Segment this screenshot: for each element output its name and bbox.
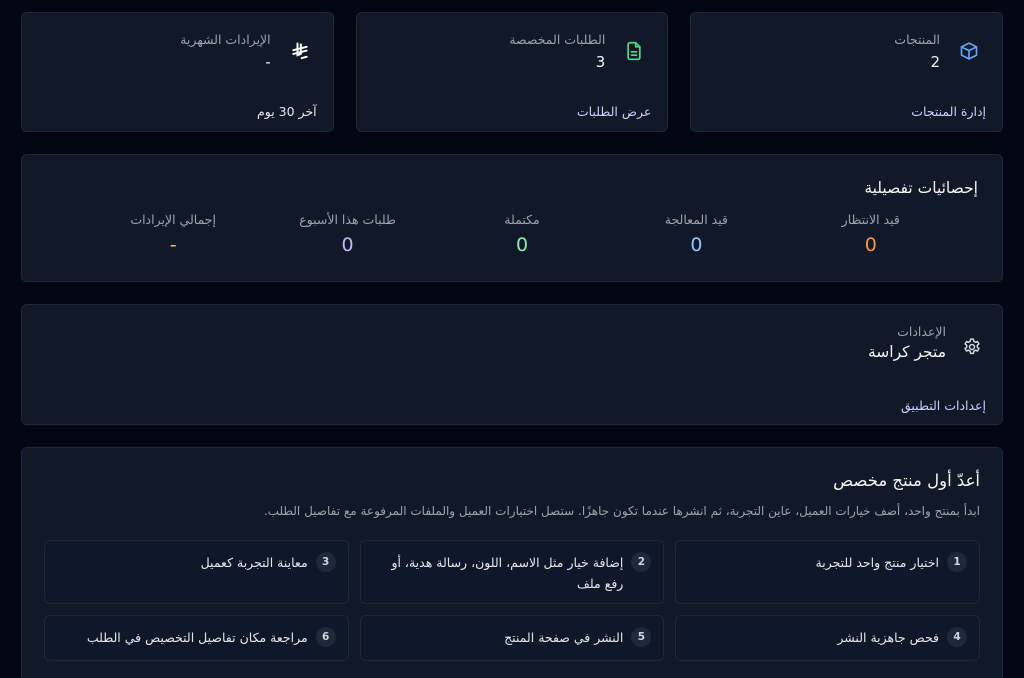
step-number: 6 — [315, 627, 336, 647]
step-number: 3 — [315, 552, 336, 572]
step-number: 1 — [947, 552, 967, 572]
custom-orders-label: الطلبات المخصصة — [509, 32, 606, 47]
monthly-revenue-value: - — [265, 53, 271, 71]
monthly-revenue-card: الإيرادات الشهرية - آخر 30 يوم — [20, 12, 334, 132]
store-name: متجر كراسة — [868, 343, 946, 361]
last-30-days-label: آخر 30 يوم — [257, 104, 317, 119]
onboarding-description: ابدأ بمنتج واحد، أضف خيارات العميل، عاين… — [263, 504, 980, 518]
stat-value: 0 — [864, 234, 877, 256]
step-number: 5 — [631, 627, 652, 647]
settings-card: الإعدادات متجر كراسة إعدادات التطبيق — [21, 304, 1003, 425]
step-text: النشر في صفحة المنتج — [504, 630, 624, 645]
dashboard-page: المنتجات 2 إدارة المنتجات الطلبات المخصص… — [0, 0, 1024, 678]
stat-processing: قيد المعالجة 0 — [609, 211, 783, 259]
step-item[interactable]: 1 اختيار منتج واحد للتجربة — [675, 540, 980, 604]
manage-products-link[interactable]: إدارة المنتجات — [707, 104, 986, 119]
detailed-stats-title: إحصائيات تفصيلية — [864, 179, 978, 197]
onboarding-title: أعدّ أول منتج مخصص — [833, 471, 980, 490]
stat-total-revenue: إجمالي الإيرادات - — [86, 211, 260, 259]
products-count: 2 — [930, 53, 940, 71]
step-text: فحص جاهزية النشر — [837, 630, 939, 645]
step-text: مراجعة مكان تفاصيل التخصيص في الطلب — [86, 630, 308, 645]
step-item[interactable]: 2 إضافة خيار مثل الاسم، اللون، رسالة هدي… — [359, 540, 665, 604]
stat-label: إجمالي الإيرادات — [130, 212, 217, 227]
app-settings-link[interactable]: إعدادات التطبيق — [901, 398, 986, 413]
stat-label: طلبات هذا الأسبوع — [299, 212, 396, 227]
riyal-icon — [283, 34, 317, 68]
stat-completed: مكتملة 0 — [435, 211, 609, 259]
products-label: المنتجات — [894, 32, 940, 47]
step-item[interactable]: 5 النشر في صفحة المنتج — [359, 615, 665, 661]
stat-value: - — [169, 234, 177, 256]
monthly-revenue-label: الإيرادات الشهرية — [180, 32, 271, 47]
step-number: 4 — [947, 627, 967, 647]
step-item[interactable]: 4 فحص جاهزية النشر — [675, 615, 980, 661]
cube-icon — [952, 34, 986, 68]
custom-orders-card: الطلبات المخصصة 3 عرض الطلبات — [355, 12, 669, 132]
step-item[interactable]: 6 مراجعة مكان تفاصيل التخصيص في الطلب — [44, 615, 349, 661]
stat-label: قيد الانتظار — [841, 212, 900, 227]
step-text: إضافة خيار مثل الاسم، اللون، رسالة هدية،… — [391, 555, 624, 591]
detailed-stats-card: إحصائيات تفصيلية قيد الانتظار 0 قيد المع… — [21, 154, 1003, 282]
custom-orders-count: 3 — [595, 53, 606, 71]
stat-pending: قيد الانتظار 0 — [784, 211, 958, 259]
stat-value: 0 — [515, 234, 529, 256]
gear-icon — [958, 333, 986, 361]
settings-label: الإعدادات — [897, 324, 946, 339]
document-icon — [617, 34, 651, 68]
step-text: اختيار منتج واحد للتجربة — [815, 555, 939, 570]
stat-value: 0 — [341, 234, 354, 256]
products-card: المنتجات 2 إدارة المنتجات — [690, 12, 1003, 132]
step-text: معاينة التجربة كعميل — [200, 555, 308, 570]
stat-label: قيد المعالجة — [664, 212, 728, 227]
stats-grid: قيد الانتظار 0 قيد المعالجة 0 مكتملة 0 ط… — [46, 211, 978, 259]
stat-label: مكتملة — [504, 212, 540, 227]
summary-cards-row: المنتجات 2 إدارة المنتجات الطلبات المخصص… — [20, 12, 1003, 132]
onboarding-steps: 1 اختيار منتج واحد للتجربة 2 إضافة خيار … — [44, 540, 980, 661]
stat-this-week: طلبات هذا الأسبوع 0 — [260, 211, 434, 259]
stat-value: 0 — [690, 234, 703, 256]
step-item[interactable]: 3 معاينة التجربة كعميل — [44, 540, 349, 604]
onboarding-card: أعدّ أول منتج مخصص ابدأ بمنتج واحد، أضف … — [21, 447, 1003, 678]
view-orders-link[interactable]: عرض الطلبات — [373, 104, 651, 119]
step-number: 2 — [631, 552, 652, 572]
